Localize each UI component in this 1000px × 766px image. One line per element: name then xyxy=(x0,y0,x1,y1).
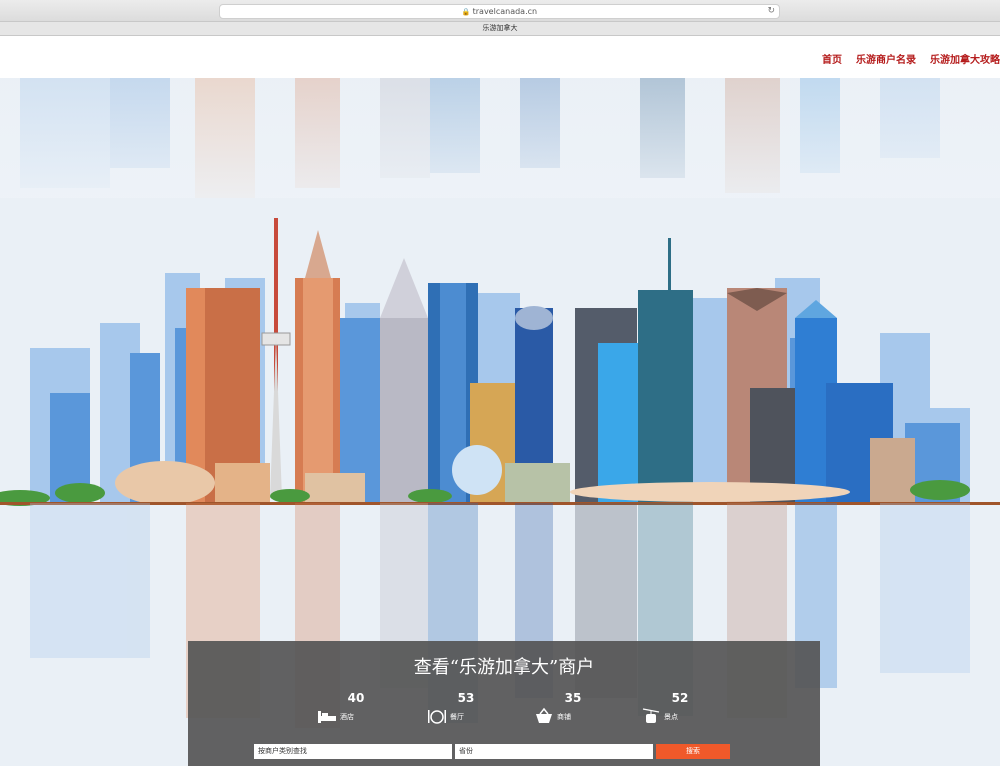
address-text: travelcanada.cn xyxy=(472,7,538,16)
lock-icon: 🔒 xyxy=(461,8,471,16)
nav-item-directory[interactable]: 乐游商户名录 xyxy=(856,51,916,66)
stat-count: 52 xyxy=(671,691,689,705)
site-header: 首页 乐游商户名录 乐游加拿大攻略 xyxy=(0,36,1000,78)
stat-label: 餐厅 xyxy=(450,713,464,721)
nav-item-home[interactable]: 首页 xyxy=(822,51,842,66)
reload-icon[interactable]: ↻ xyxy=(767,5,775,18)
stat-shops[interactable]: 35 商铺 xyxy=(533,691,613,731)
nav-item-guide[interactable]: 乐游加拿大攻略 xyxy=(930,51,1000,66)
stat-restaurants[interactable]: 53 餐厅 xyxy=(426,691,506,731)
main-nav: 首页 乐游商户名录 乐游加拿大攻略 xyxy=(822,51,1000,66)
browser-tab[interactable]: 乐游加拿大 xyxy=(0,22,1000,36)
bed-icon xyxy=(318,711,336,723)
address-bar[interactable]: 🔒 travelcanada.cn ↻ xyxy=(219,4,780,19)
merchant-search-panel: 查看“乐游加拿大”商户 40 酒店 53 餐厅 35 商铺 52 景点 按商户类… xyxy=(188,641,820,766)
stat-count: 35 xyxy=(564,691,582,705)
browser-toolbar: 🔒 travelcanada.cn ↻ xyxy=(0,0,1000,22)
stat-count: 40 xyxy=(347,691,365,705)
tab-title: 乐游加拿大 xyxy=(482,24,518,32)
dining-icon xyxy=(428,710,446,724)
stat-hotels[interactable]: 40 酒店 xyxy=(316,691,396,731)
stat-label: 商铺 xyxy=(557,713,571,721)
shopping-basket-icon xyxy=(536,707,552,723)
province-select[interactable]: 省份 xyxy=(455,744,653,759)
category-select[interactable]: 按商户类别查找 xyxy=(254,744,452,759)
stat-attractions[interactable]: 52 景点 xyxy=(640,691,720,731)
stat-label: 酒店 xyxy=(340,713,354,721)
stat-count: 53 xyxy=(457,691,475,705)
stat-label: 景点 xyxy=(664,713,678,721)
search-button[interactable]: 搜索 xyxy=(656,744,730,759)
cable-car-icon xyxy=(642,708,660,723)
panel-title: 查看“乐游加拿大”商户 xyxy=(413,657,595,678)
